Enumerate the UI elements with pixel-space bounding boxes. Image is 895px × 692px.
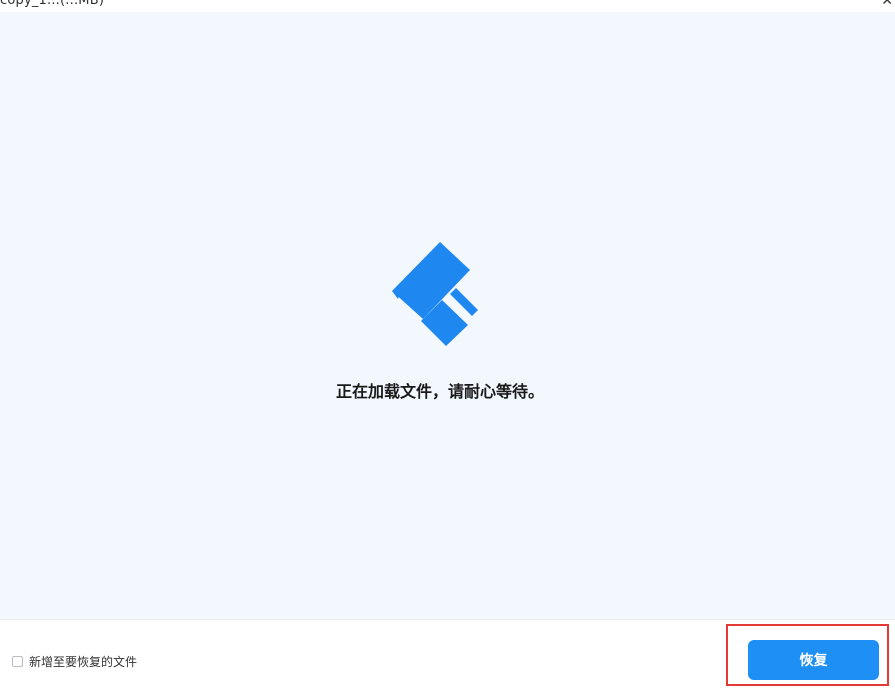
loading-area: 正在加载文件，请耐心等待。 <box>0 12 895 619</box>
app-logo-icon <box>392 242 478 346</box>
app-window: copy_1...(...MB) ✕ 正在加载文件，请耐心等待。 新增至要恢复的… <box>0 0 895 692</box>
close-icon[interactable]: ✕ <box>881 0 893 9</box>
add-to-recover-option[interactable]: 新增至要恢复的文件 <box>12 653 137 670</box>
title-bar: copy_1...(...MB) ✕ <box>0 0 895 12</box>
recover-button[interactable]: 恢复 <box>748 640 879 680</box>
bottom-bar: 新增至要恢复的文件 恢复 <box>0 619 895 692</box>
add-to-recover-label: 新增至要恢复的文件 <box>29 655 138 669</box>
loading-message: 正在加载文件，请耐心等待。 <box>335 382 544 401</box>
window-title: copy_1...(...MB) <box>0 0 105 8</box>
logo-upper-shape <box>392 242 470 319</box>
add-to-recover-checkbox[interactable] <box>12 656 23 667</box>
